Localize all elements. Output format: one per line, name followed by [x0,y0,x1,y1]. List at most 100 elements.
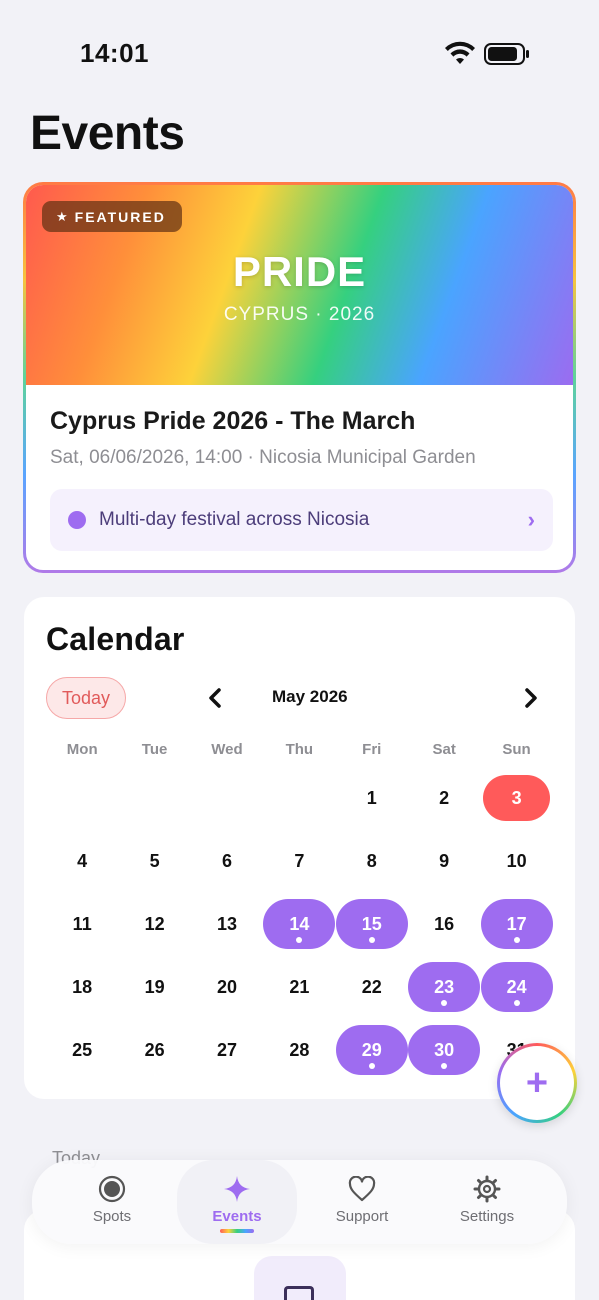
calendar-day[interactable]: 5 [118,836,190,886]
festival-text: Multi-day festival across Nicosia [99,509,370,530]
calendar-day[interactable]: 10 [480,836,552,886]
calendar-day[interactable]: 25 [46,1025,118,1075]
calendar-day[interactable]: 3 [480,773,552,823]
calendar-day[interactable]: 23 [408,962,481,1012]
battery-icon [484,43,529,65]
day-number: 7 [294,850,305,871]
banner-title: PRIDE [232,248,367,295]
calendar-day[interactable]: 28 [263,1025,335,1075]
day-number: 8 [366,850,377,871]
calendar-day[interactable]: 7 [263,836,335,886]
calendar-day[interactable]: 19 [118,962,190,1012]
calendar-day[interactable]: 20 [191,962,263,1012]
prev-month-button[interactable] [200,685,230,711]
calendar-day[interactable]: 30 [408,1025,481,1075]
event-day-pill: 17 [480,899,553,949]
event-dot-icon [368,1063,375,1069]
calendar-card: Calendar Today May 2026 Mon Tue Wed Thu … [24,597,575,1099]
calendar-day[interactable]: 18 [46,962,118,1012]
day-pill: 5 [119,836,191,886]
event-day-pill: 29 [335,1025,408,1075]
calendar-day[interactable]: 24 [480,962,553,1012]
weekday-label: Sat [432,741,456,758]
calendar-day[interactable]: 2 [408,773,480,823]
day-pill: 9 [408,836,480,886]
calendar-day[interactable]: 14 [263,899,336,949]
day-number: 6 [221,850,232,871]
calendar-day[interactable]: 26 [118,1025,190,1075]
plus-icon: + [500,1046,574,1120]
calendar-day[interactable]: 1 [336,773,408,823]
calendar-day[interactable]: 13 [191,899,263,949]
calendar-day[interactable]: 4 [46,836,118,886]
featured-badge: ★ FEATURED [42,201,182,232]
calendar-title: Calendar [46,621,185,657]
day-number: 26 [144,1039,165,1060]
day-pill: 8 [336,836,408,886]
calendar-day[interactable]: 16 [408,899,480,949]
day-pill: 18 [46,962,118,1012]
tab-events[interactable]: Events [177,1160,297,1244]
tab-label: Events [212,1208,262,1225]
day-pill: 26 [119,1025,191,1075]
next-month-button[interactable] [516,685,546,711]
day-pill: 16 [408,899,480,949]
sparkle-icon [222,1174,252,1204]
event-day-pill: 24 [480,962,553,1012]
calendar-day[interactable]: 12 [118,899,190,949]
event-dot-icon [513,937,520,943]
featured-event-card[interactable]: ★ FEATURED PRIDE CYPRUS · 2026 Cyprus Pr… [23,182,576,573]
tab-spots[interactable]: Spots [52,1160,172,1244]
day-number: 28 [289,1039,310,1060]
calendar-day[interactable]: 21 [263,962,335,1012]
tab-support[interactable]: Support [302,1160,422,1244]
tab-label: Support [335,1208,389,1225]
status-bar: 14:01 [0,0,599,100]
event-dot-icon [441,1000,448,1006]
tab-label: Settings [459,1208,515,1225]
weekday-label: Wed [211,741,243,758]
day-number: 15 [361,913,382,934]
add-event-button[interactable]: + [497,1043,577,1123]
day-pill: 25 [46,1025,118,1075]
star-icon: ★ [56,208,68,224]
active-tab-indicator [220,1229,254,1233]
calendar-day[interactable]: 27 [191,1025,263,1075]
day-pill: 21 [263,962,335,1012]
day-number: 17 [506,913,527,934]
day-number: 21 [289,976,310,997]
event-dot-icon [513,1000,520,1006]
calendar-day[interactable]: 29 [335,1025,408,1075]
calendar-day[interactable]: 15 [335,899,408,949]
weekday-label: Tue [141,741,168,758]
tab-settings[interactable]: Settings [427,1160,547,1244]
calendar-day[interactable]: 9 [408,836,480,886]
day-pill: 12 [119,899,191,949]
day-pill: 6 [191,836,263,886]
day-number: 3 [511,787,522,808]
festival-dot-icon [68,511,86,529]
calendar-day[interactable]: 11 [46,899,118,949]
gear-icon [472,1174,502,1204]
page-title: Events [30,107,185,160]
weekday-label: Mon [66,741,98,758]
calendar-day[interactable]: 17 [480,899,553,949]
today-button[interactable]: Today [46,677,126,719]
day-pill: 22 [336,962,408,1012]
day-pill: 10 [481,836,553,886]
day-pill: 7 [263,836,335,886]
calendar-day[interactable]: 22 [336,962,408,1012]
day-number: 10 [506,850,527,871]
event-day-pill: 15 [335,899,408,949]
day-number: 20 [216,976,237,997]
calendar-icon [284,1286,314,1300]
festival-link[interactable]: Multi-day festival across Nicosia › [50,489,553,551]
calendar-day[interactable]: 6 [191,836,263,886]
day-number: 18 [72,976,93,997]
day-pill: 1 [336,773,408,823]
day-number: 23 [434,976,455,997]
calendar-day[interactable]: 8 [336,836,408,886]
day-number: 2 [439,787,450,808]
event-dot-icon [368,937,375,943]
day-number: 24 [506,976,527,997]
